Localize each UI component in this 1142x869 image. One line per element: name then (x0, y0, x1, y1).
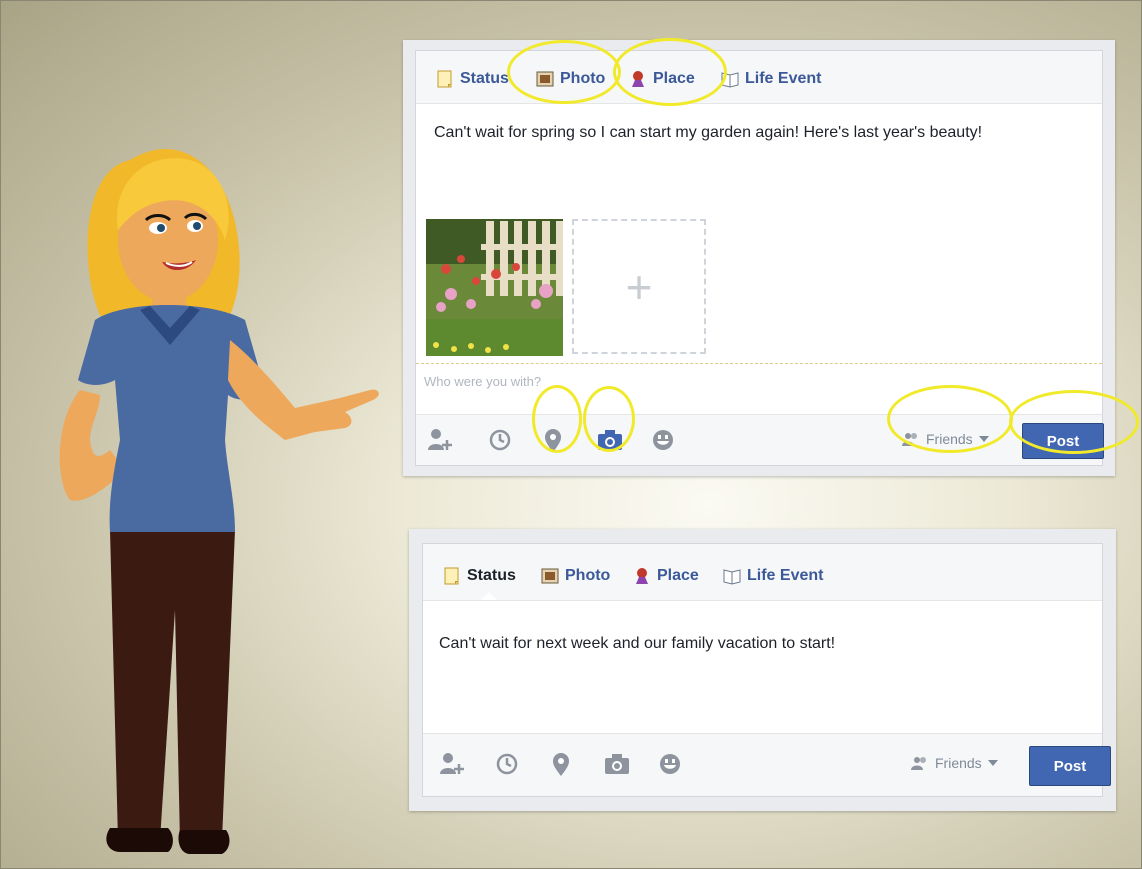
audience-label: Friends (935, 755, 982, 771)
photo-icon (536, 71, 554, 87)
tab-place-label: Place (657, 567, 699, 584)
status-icon (444, 567, 459, 585)
garden-photo-thumbnail[interactable] (426, 219, 563, 356)
composer-tabs: Status Photo Place Life Event (416, 51, 1102, 104)
friends-icon (911, 757, 926, 770)
smiley-icon (653, 430, 673, 450)
tab-photo[interactable]: Photo (541, 566, 610, 586)
post-button[interactable]: Post (1022, 423, 1104, 459)
cartoon-woman-illustration (59, 148, 379, 854)
audience-selector[interactable]: Friends (902, 431, 989, 447)
tab-life-event[interactable]: Life Event (721, 69, 821, 89)
status-text[interactable]: Can't wait for spring so I can start my … (434, 121, 992, 144)
tab-place[interactable]: Place (633, 566, 699, 586)
camera-icon (605, 754, 629, 774)
status-text[interactable]: Can't wait for next week and our family … (439, 632, 1062, 655)
clock-icon (489, 429, 511, 451)
tab-place-label: Place (653, 70, 695, 87)
with-input[interactable]: Who were you with? (424, 374, 541, 389)
life-event-icon (721, 72, 739, 88)
tab-life-event[interactable]: Life Event (723, 566, 823, 586)
clock-icon (496, 753, 518, 775)
with-field-divider (416, 363, 1102, 364)
composer-collapsed: Status Photo Place Life Event Can't wait… (409, 529, 1116, 811)
smiley-icon (660, 754, 680, 774)
camera-icon (598, 430, 622, 450)
composer-toolbar: Friends Post (416, 414, 1104, 465)
composer-tabs: Status Photo Place Life Event (423, 544, 1102, 601)
tab-photo-label: Photo (565, 567, 611, 584)
add-photo-button[interactable]: + (572, 219, 706, 354)
friends-icon (902, 433, 917, 446)
tab-photo[interactable]: Photo (536, 69, 605, 89)
location-pin-icon (553, 753, 569, 776)
tab-status[interactable]: Status (443, 566, 516, 586)
composer-expanded: Status Photo Place Life Event Can't wait… (403, 38, 1139, 476)
life-event-icon (723, 569, 741, 585)
composer-box: Status Photo Place Life Event Can't wait… (422, 543, 1111, 797)
photo-button[interactable] (603, 750, 631, 778)
status-icon (437, 70, 452, 88)
photo-button[interactable] (596, 426, 624, 454)
active-tab-pointer (481, 592, 497, 600)
chevron-down-icon (987, 760, 998, 766)
tab-photo-label: Photo (560, 70, 606, 87)
time-button[interactable] (493, 750, 521, 778)
tab-life-event-label: Life Event (745, 70, 822, 87)
location-button[interactable] (539, 426, 567, 454)
tag-friends-icon (428, 429, 452, 450)
place-icon (636, 568, 648, 584)
tag-friends-button[interactable] (426, 426, 454, 454)
audience-label: Friends (926, 431, 973, 447)
composer-box: Status Photo Place Life Event Can't wait… (415, 50, 1104, 466)
tab-life-event-label: Life Event (747, 567, 824, 584)
tag-friends-button[interactable] (438, 750, 466, 778)
tab-status-label: Status (467, 567, 516, 584)
tab-status-label: Status (460, 70, 509, 87)
feeling-button[interactable] (656, 750, 684, 778)
slide-background: Status Photo Place Life Event Can't wait… (0, 0, 1142, 869)
composer-toolbar: Friends Post (423, 733, 1111, 796)
audience-selector[interactable]: Friends (911, 755, 998, 771)
chevron-down-icon (978, 436, 989, 442)
location-pin-icon (545, 429, 561, 452)
feeling-button[interactable] (649, 426, 677, 454)
post-button[interactable]: Post (1029, 746, 1111, 786)
add-photo-plus: + (625, 260, 653, 313)
photo-icon (541, 568, 559, 584)
time-button[interactable] (486, 426, 514, 454)
location-button[interactable] (547, 750, 575, 778)
tab-place[interactable]: Place (629, 69, 695, 89)
place-icon (632, 71, 644, 87)
tab-status[interactable]: Status (436, 69, 509, 89)
tag-friends-icon (440, 753, 464, 774)
